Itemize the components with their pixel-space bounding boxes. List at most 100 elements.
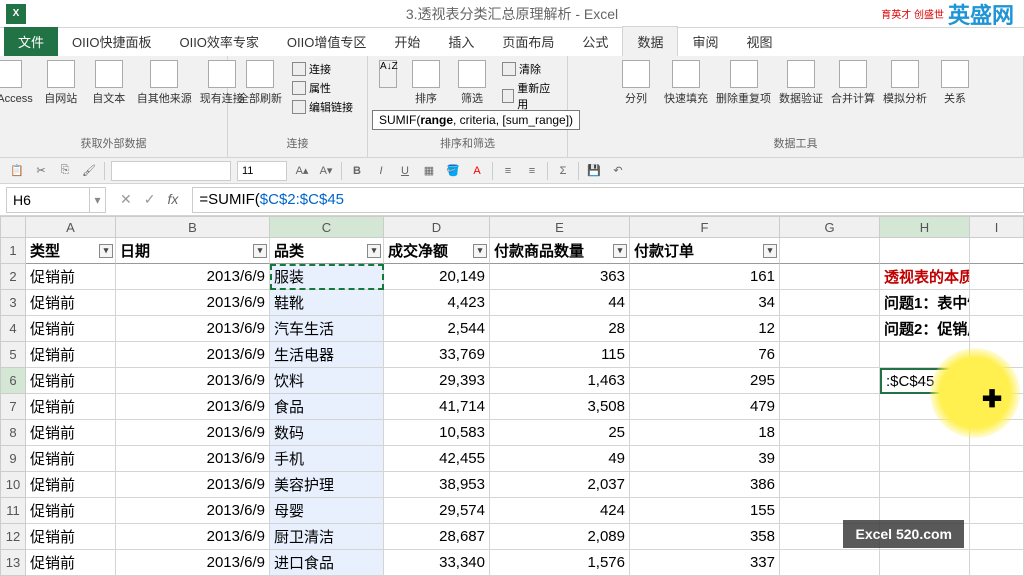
tab-insert[interactable]: 插入 (434, 27, 488, 56)
cell[interactable]: 促销前 (26, 342, 116, 368)
filter-dropdown-icon[interactable]: ▾ (367, 244, 381, 258)
cell[interactable] (780, 368, 880, 394)
cell[interactable]: 数码 (270, 420, 384, 446)
cell[interactable]: 41,714 (384, 394, 490, 420)
tab-oiio2[interactable]: OIIO效率专家 (165, 27, 272, 56)
tab-oiio1[interactable]: OIIO快捷面板 (58, 27, 165, 56)
border-icon[interactable]: ▦ (420, 162, 438, 180)
cell[interactable]: 美容护理 (270, 472, 384, 498)
save-icon[interactable]: 💾 (585, 162, 603, 180)
header-cell[interactable]: 品类▾ (270, 238, 384, 264)
btn-data-validation[interactable]: 数据验证 (779, 60, 823, 106)
cell[interactable]: 4,423 (384, 290, 490, 316)
btn-consolidate[interactable]: 合并计算 (831, 60, 875, 106)
autosum-icon[interactable]: Σ (554, 162, 572, 180)
filter-dropdown-icon[interactable]: ▾ (99, 244, 113, 258)
header-cell[interactable] (780, 238, 880, 264)
cell[interactable]: 38,953 (384, 472, 490, 498)
filter-dropdown-icon[interactable]: ▾ (763, 244, 777, 258)
cell[interactable] (970, 290, 1024, 316)
cell[interactable] (780, 342, 880, 368)
name-box[interactable]: H6 (6, 187, 90, 213)
cell[interactable] (970, 498, 1024, 524)
cell[interactable]: 479 (630, 394, 780, 420)
cell[interactable]: 鞋靴 (270, 290, 384, 316)
cell[interactable]: 问题1：表中饮料销 (880, 290, 970, 316)
tab-file[interactable]: 文件 (4, 27, 58, 56)
cell[interactable]: 337 (630, 550, 780, 576)
cell[interactable]: 手机 (270, 446, 384, 472)
btn-sort[interactable]: 排序 (406, 60, 446, 106)
cell[interactable]: 358 (630, 524, 780, 550)
cell[interactable]: 386 (630, 472, 780, 498)
cell[interactable]: 33,340 (384, 550, 490, 576)
bold-icon[interactable]: B (348, 162, 366, 180)
enter-icon[interactable]: ✓ (144, 191, 156, 208)
header-cell[interactable]: 成交净额▾ (384, 238, 490, 264)
filter-dropdown-icon[interactable]: ▾ (473, 244, 487, 258)
cell[interactable]: 促销前 (26, 498, 116, 524)
cell[interactable]: 33,769 (384, 342, 490, 368)
cell[interactable]: 促销前 (26, 472, 116, 498)
fill-color-icon[interactable]: 🪣 (444, 162, 462, 180)
row-header[interactable]: 6 (0, 368, 26, 394)
cell[interactable]: 20,149 (384, 264, 490, 290)
btn-connections[interactable]: 连接 (288, 60, 357, 78)
cell[interactable] (780, 550, 880, 576)
btn-remove-dup[interactable]: 删除重复项 (716, 60, 771, 106)
undo-icon[interactable]: ↶ (609, 162, 627, 180)
row-header[interactable]: 7 (0, 394, 26, 420)
cell[interactable]: 28 (490, 316, 630, 342)
cell[interactable]: 2,037 (490, 472, 630, 498)
btn-text-to-columns[interactable]: 分列 (616, 60, 656, 106)
cell[interactable] (970, 316, 1024, 342)
cell[interactable]: 28,687 (384, 524, 490, 550)
row-header[interactable]: 4 (0, 316, 26, 342)
cell[interactable]: 促销前 (26, 264, 116, 290)
cell[interactable] (880, 550, 970, 576)
col-header-G[interactable]: G (780, 216, 880, 238)
align-center-icon[interactable]: ≡ (523, 162, 541, 180)
underline-icon[interactable]: U (396, 162, 414, 180)
cell[interactable]: 问题2：促销后服装 (880, 316, 970, 342)
row-header[interactable]: 3 (0, 290, 26, 316)
col-header-D[interactable]: D (384, 216, 490, 238)
tab-home[interactable]: 开始 (380, 27, 434, 56)
cell[interactable]: 促销前 (26, 316, 116, 342)
cell[interactable]: 1,576 (490, 550, 630, 576)
btn-filter[interactable]: 筛选 (452, 60, 492, 106)
cell[interactable]: 12 (630, 316, 780, 342)
row-header[interactable]: 12 (0, 524, 26, 550)
cell[interactable]: 2,089 (490, 524, 630, 550)
cell[interactable]: 母婴 (270, 498, 384, 524)
cell[interactable]: 25 (490, 420, 630, 446)
cell[interactable]: 2,544 (384, 316, 490, 342)
col-header-E[interactable]: E (490, 216, 630, 238)
cell[interactable]: 2013/6/9 (116, 472, 270, 498)
cell[interactable] (970, 550, 1024, 576)
paste-icon[interactable]: 📋 (8, 162, 26, 180)
cell[interactable] (880, 420, 970, 446)
btn-sort-az[interactable]: A↓Z (376, 60, 400, 88)
font-color-icon[interactable]: A (468, 162, 486, 180)
btn-flash-fill[interactable]: 快速填充 (664, 60, 708, 106)
btn-clear[interactable]: 清除 (498, 60, 559, 78)
cell[interactable]: 促销前 (26, 420, 116, 446)
increase-font-icon[interactable]: A▴ (293, 162, 311, 180)
filter-dropdown-icon[interactable]: ▾ (613, 244, 627, 258)
cell[interactable]: 2013/6/9 (116, 498, 270, 524)
cell[interactable]: 促销前 (26, 394, 116, 420)
cell[interactable]: 2013/6/9 (116, 316, 270, 342)
col-header-C[interactable]: C (270, 216, 384, 238)
cut-icon[interactable]: ✂ (32, 162, 50, 180)
header-cell[interactable]: 类型▾ (26, 238, 116, 264)
btn-from-web[interactable]: 自网站 (41, 60, 81, 106)
cell[interactable]: 10,583 (384, 420, 490, 446)
cell[interactable]: 76 (630, 342, 780, 368)
col-header-I[interactable]: I (970, 216, 1024, 238)
cell[interactable]: 34 (630, 290, 780, 316)
cell[interactable]: 汽车生活 (270, 316, 384, 342)
cell[interactable] (780, 394, 880, 420)
cell[interactable] (970, 264, 1024, 290)
cell[interactable]: 2013/6/9 (116, 394, 270, 420)
